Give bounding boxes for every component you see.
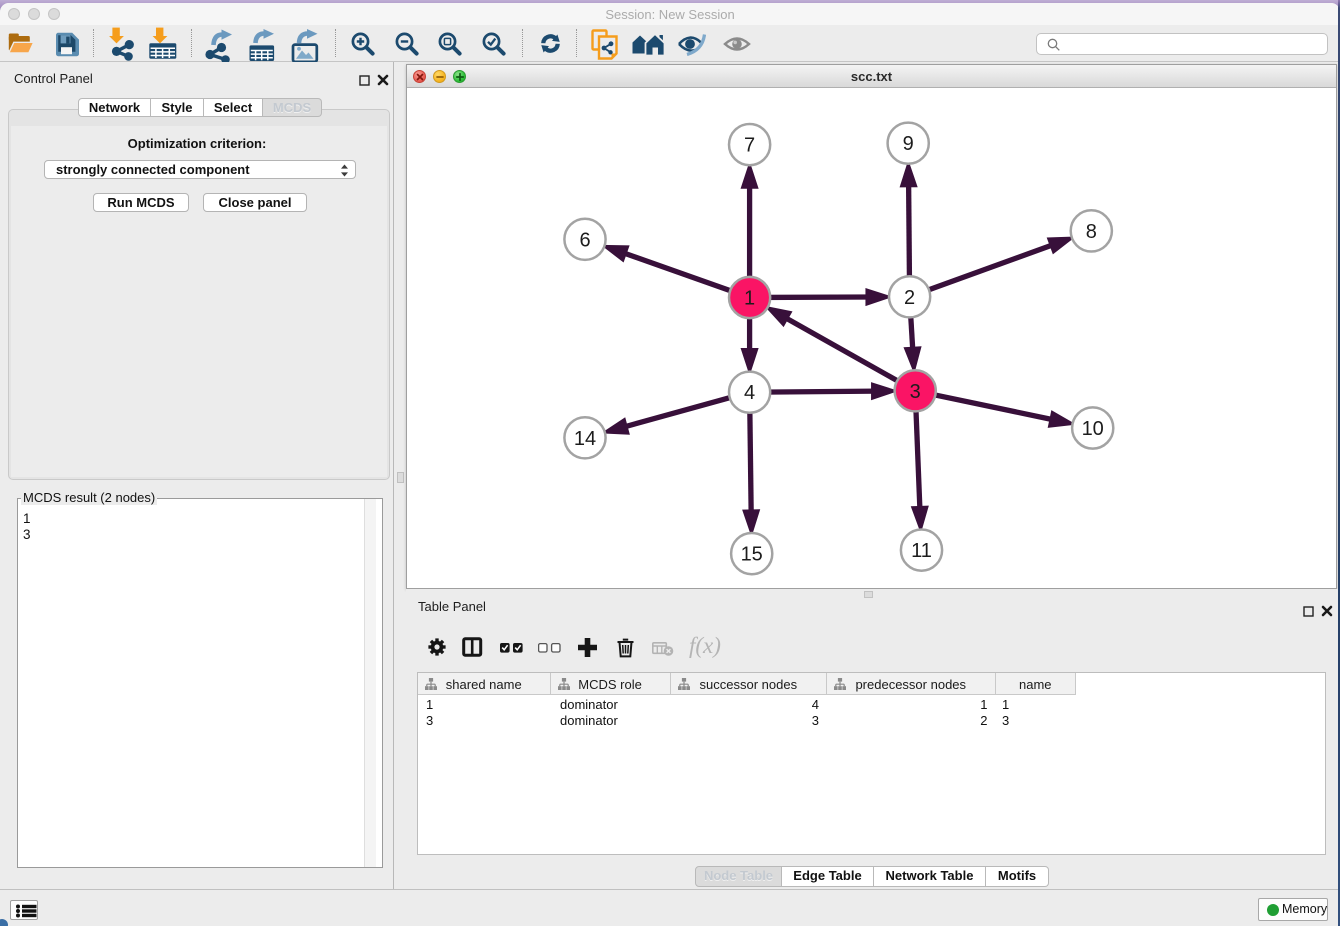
- svg-text:4: 4: [744, 382, 755, 404]
- svg-text:11: 11: [911, 540, 932, 562]
- svg-text:7: 7: [744, 135, 755, 157]
- svg-text:3: 3: [910, 381, 921, 403]
- svg-text:10: 10: [1082, 418, 1104, 440]
- svg-text:14: 14: [574, 428, 596, 450]
- svg-text:15: 15: [741, 544, 763, 566]
- svg-text:8: 8: [1086, 221, 1097, 243]
- svg-text:9: 9: [903, 133, 914, 155]
- svg-text:1: 1: [744, 288, 755, 310]
- svg-text:6: 6: [579, 229, 590, 251]
- svg-text:2: 2: [904, 287, 915, 309]
